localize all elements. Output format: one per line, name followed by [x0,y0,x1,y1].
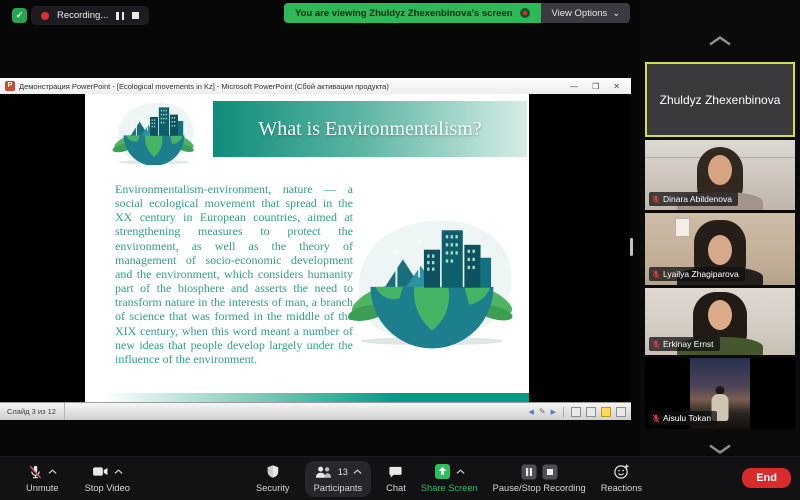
window-controls: — ❐ ✕ [564,82,626,91]
reading-view-icon [601,407,611,417]
chevron-up-icon[interactable] [48,469,57,475]
unmute-button[interactable]: Unmute [26,463,59,493]
shield-icon [266,464,280,479]
participant-name-tag: Aisulu Tokan [649,411,717,425]
chevron-up-icon[interactable] [456,469,465,475]
screen-share-banner-text-area: You are viewing Zhuldyz Zhexenbinova's s… [284,3,541,23]
previous-slide-icon: ◀ [529,408,534,416]
shared-screen-scrollbar[interactable] [630,238,633,256]
end-meeting-button[interactable]: End [742,468,791,488]
slide-title: What is Environmentalism? [258,118,481,141]
participants-button[interactable]: 13 Participants [305,461,372,497]
camera-icon [92,465,109,478]
minimize-icon: — [570,82,578,91]
stop-recording-button[interactable] [132,12,139,19]
powerpoint-titlebar: P Демонстрация PowerPoint - [Ecological … [0,78,631,94]
recording-label: Recording... [57,10,108,21]
recording-indicator: Recording... [31,6,149,25]
participant-name-tag: Lyailya Zhagiparova [649,267,745,281]
chat-button[interactable]: Chat [386,463,406,493]
next-slide-icon: ▶ [551,408,556,416]
normal-view-icon [571,407,581,417]
statusbar-icons: ◀ ✎ ▶ [529,407,626,417]
participant-tile-zhuldyz[interactable]: Zhuldyz Zhexenbinova [645,62,795,137]
participant-tile-lyailya[interactable]: Lyailya Zhagiparova [645,213,795,285]
participant-name-tag: Erkinay Ernst [649,337,720,351]
view-options-button[interactable]: View Options ⌄ [541,3,630,23]
slide-body-text: Environmentalism-environment, nature — a… [115,182,353,366]
powerpoint-app-icon: P [5,81,15,91]
participant-tile-erkinay[interactable]: Erkinay Ernst [645,288,795,355]
share-screen-button[interactable]: Share Screen [421,463,478,493]
powerpoint-statusbar: Слайд 3 из 12 ◀ ✎ ▶ [0,402,631,420]
slideshow-view-icon [616,407,626,417]
slide-header: What is Environmentalism? [85,99,529,161]
annotate-pen-icon: ✎ [539,407,546,416]
banner-recording-icon [520,8,530,18]
powerpoint-window-title: Демонстрация PowerPoint - [Ecological mo… [19,82,560,91]
chevron-down-scroll-icon[interactable] [708,444,732,454]
slide-counter: Слайд 3 из 12 [5,403,65,420]
mic-muted-icon [652,340,660,349]
wall-picture [675,218,690,237]
reactions-smiley-icon [613,463,630,480]
chevron-up-icon[interactable] [114,469,123,475]
maximize-icon: ❐ [592,82,599,91]
zoom-meeting-window: ✓ Recording... You are viewing Zhuldyz Z… [0,0,800,500]
statusbar-divider [563,407,564,417]
stop-recording-icon[interactable] [542,464,558,480]
chat-bubble-icon [388,465,403,479]
mic-muted-icon [28,464,43,480]
mic-muted-icon [652,195,660,204]
mic-muted-icon [652,270,660,279]
share-screen-icon [434,463,451,480]
screen-share-banner-text: You are viewing Zhuldyz Zhexenbinova's s… [295,8,512,19]
participant-name-tag: Dinara Abildenova [649,192,738,206]
mic-muted-icon [652,414,660,423]
reactions-button[interactable]: Reactions [601,463,642,493]
participant-name: Zhuldyz Zhexenbinova [660,93,781,107]
eco-globe-illustration-large [343,190,521,366]
chevron-up-icon[interactable] [353,469,362,475]
meeting-toolbar: Unmute Stop Video [0,456,800,500]
participants-panel: Zhuldyz Zhexenbinova Dinara Abildenova [640,0,800,500]
participant-tile-aisulu[interactable]: Aisulu Tokan [645,358,795,429]
slide-title-band: What is Environmentalism? [213,101,527,157]
slide-stage: What is Environmentalism? Environmentali… [0,94,631,403]
pause-stop-recording-button[interactable]: Pause/Stop Recording [493,463,586,493]
meeting-info-shield-icon[interactable]: ✓ [12,8,27,23]
stop-video-button[interactable]: Stop Video [85,463,130,493]
participant-tile-dinara[interactable]: Dinara Abildenova [645,140,795,210]
security-button[interactable]: Security [256,463,290,493]
participants-icon [314,465,333,479]
shared-powerpoint-window: P Демонстрация PowerPoint - [Ecological … [0,78,631,420]
pause-recording-icon[interactable] [521,464,537,480]
close-icon: ✕ [613,82,620,91]
screen-share-banner: You are viewing Zhuldyz Zhexenbinova's s… [284,3,630,23]
recording-dot-icon [41,12,49,20]
eco-globe-illustration-small [93,97,215,165]
chevron-down-icon: ⌄ [612,8,620,19]
participants-count-badge: 13 [338,467,348,477]
pause-recording-button[interactable] [116,12,124,20]
slide: What is Environmentalism? Environmentali… [85,94,529,403]
slide-sorter-view-icon [586,407,596,417]
chevron-up-icon[interactable] [708,36,732,46]
